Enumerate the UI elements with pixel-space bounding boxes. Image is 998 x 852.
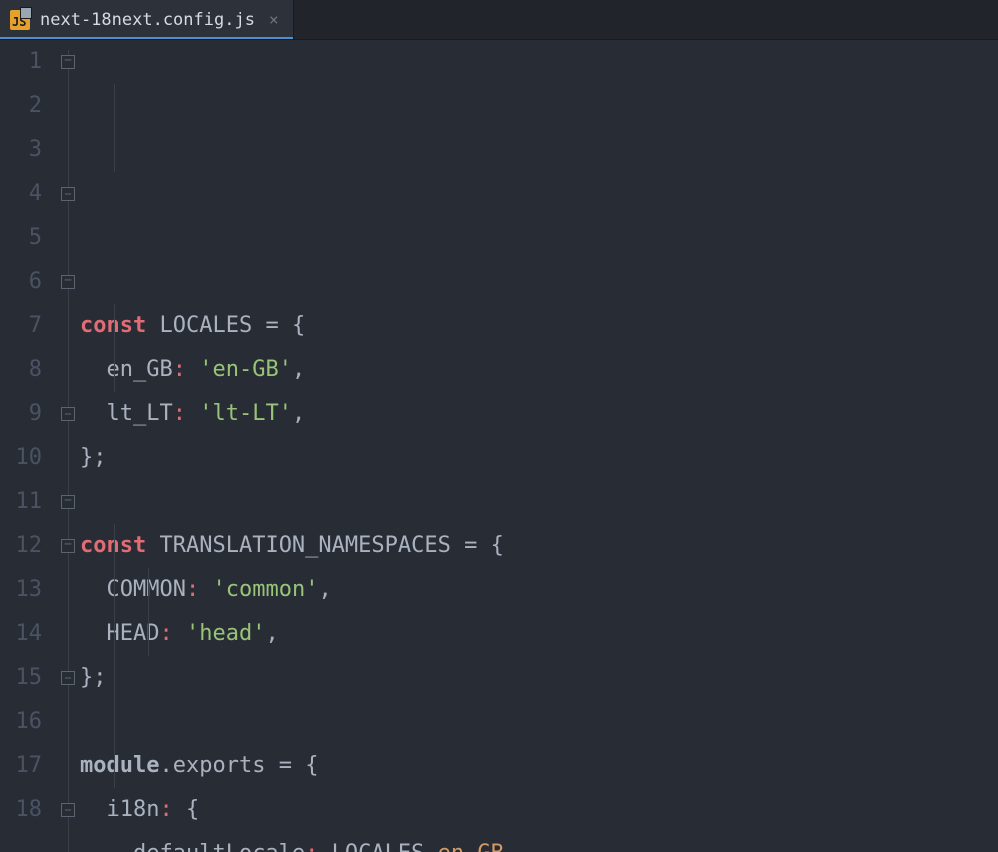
code-token: { [186,797,199,822]
code-token: , [292,401,305,426]
line-number: 8 [0,348,42,392]
fold-spacer [56,348,80,392]
code-token: : [173,401,200,426]
code-token: i18n [107,797,160,822]
code-token: : [159,621,186,646]
code-line[interactable] [80,480,998,524]
fold-open-icon[interactable] [56,260,80,304]
code-token: const [80,533,159,558]
line-number: 6 [0,260,42,304]
code-line[interactable]: defaultLocale: LOCALES.en_GB, [80,832,998,852]
line-number: 12 [0,524,42,568]
line-number: 14 [0,612,42,656]
tab-filename: next-18next.config.js [40,10,255,30]
code-line[interactable]: }; [80,656,998,700]
code-token: , [318,577,331,602]
code-token: . [159,753,172,778]
fold-open-icon[interactable] [56,480,80,524]
line-number: 2 [0,84,42,128]
code-token: : [173,357,200,382]
line-number: 15 [0,656,42,700]
code-token: lt_LT [107,401,173,426]
code-token: 'lt-LT' [199,401,292,426]
fold-close-icon[interactable] [56,392,80,436]
code-token: , [265,621,278,646]
fold-spacer [56,568,80,612]
code-token: en_GB [438,841,504,852]
code-line[interactable]: const LOCALES = { [80,304,998,348]
fold-spacer [56,216,80,260]
fold-open-icon[interactable] [56,40,80,84]
fold-column [56,40,80,852]
line-number: 1 [0,40,42,84]
line-number-gutter: 123456789101112131415161718 [0,40,56,852]
code-token: exports [173,753,279,778]
code-token: TRANSLATION_NAMESPACES [159,533,464,558]
code-token: . [424,841,437,852]
line-number: 10 [0,436,42,480]
code-token: : [186,577,213,602]
fold-spacer [56,436,80,480]
code-area[interactable]: const LOCALES = { en_GB: 'en-GB', lt_LT:… [80,40,998,852]
line-number: 3 [0,128,42,172]
code-line[interactable]: module.exports = { [80,744,998,788]
code-line[interactable]: i18n: { [80,788,998,832]
code-token: = { [279,753,319,778]
code-token: const [80,313,159,338]
fold-spacer [56,128,80,172]
close-icon[interactable]: × [269,10,279,29]
code-token: module [80,753,159,778]
code-line[interactable] [80,700,998,744]
code-token: en_GB [107,357,173,382]
fold-spacer [56,744,80,788]
line-number: 17 [0,744,42,788]
code-line[interactable]: COMMON: 'common', [80,568,998,612]
file-tab[interactable]: JS next-18next.config.js × [0,0,294,39]
code-line[interactable]: const TRANSLATION_NAMESPACES = { [80,524,998,568]
code-token: }; [80,665,107,690]
code-token: : [159,797,186,822]
code-line[interactable]: lt_LT: 'lt-LT', [80,392,998,436]
code-token: , [292,357,305,382]
code-line[interactable]: }; [80,436,998,480]
code-token: 'head' [186,621,265,646]
line-number: 4 [0,172,42,216]
code-token: LOCALES [332,841,425,852]
js-file-icon: JS [10,10,30,30]
code-line[interactable]: HEAD: 'head', [80,612,998,656]
line-number: 7 [0,304,42,348]
code-token: = { [265,313,305,338]
code-token: , [504,841,517,852]
tab-bar: JS next-18next.config.js × [0,0,998,40]
code-token: COMMON [107,577,186,602]
fold-close-icon[interactable] [56,788,80,832]
line-number: 5 [0,216,42,260]
fold-spacer [56,84,80,128]
line-number: 11 [0,480,42,524]
fold-close-icon[interactable] [56,656,80,700]
line-number: 16 [0,700,42,744]
fold-spacer [56,700,80,744]
code-line[interactable]: en_GB: 'en-GB', [80,348,998,392]
line-number: 18 [0,788,42,832]
code-token: : [305,841,332,852]
fold-spacer [56,612,80,656]
line-number: 9 [0,392,42,436]
code-token: 'en-GB' [199,357,292,382]
code-editor[interactable]: 123456789101112131415161718 const LOCALE… [0,40,998,852]
fold-close-icon[interactable] [56,172,80,216]
code-token: }; [80,445,107,470]
code-token: 'common' [212,577,318,602]
fold-open-icon[interactable] [56,524,80,568]
code-token: defaultLocale [133,841,305,852]
code-token: = { [464,533,504,558]
code-token: LOCALES [159,313,265,338]
line-number: 13 [0,568,42,612]
fold-spacer [56,304,80,348]
